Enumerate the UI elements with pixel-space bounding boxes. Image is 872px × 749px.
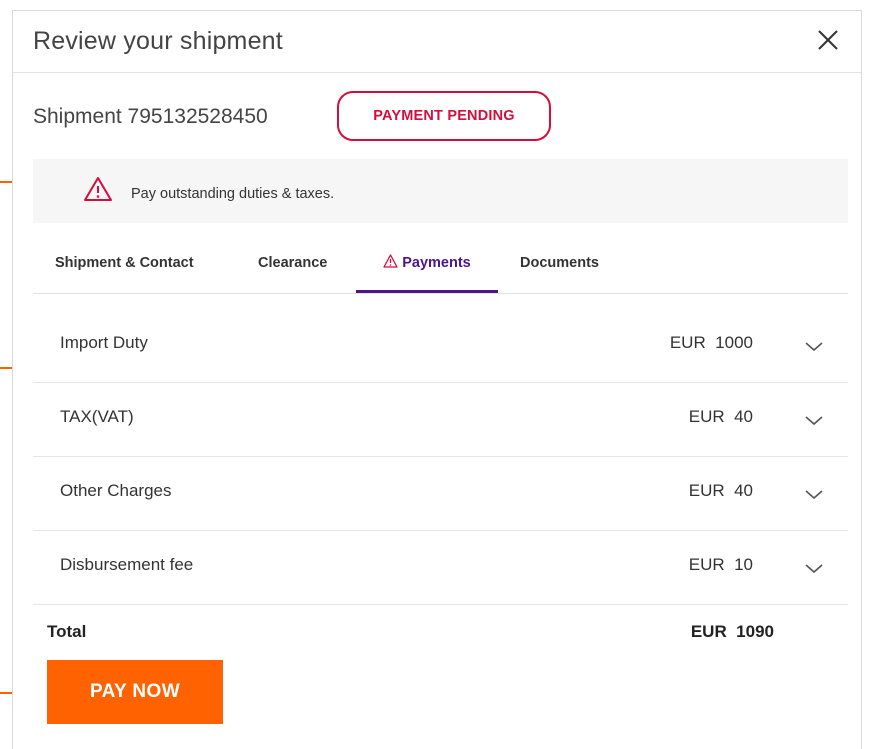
chevron-down-icon[interactable] (804, 339, 824, 353)
chevron-down-icon[interactable] (804, 413, 824, 427)
close-icon (818, 30, 838, 50)
close-button[interactable] (815, 27, 841, 53)
charges-list: Import Duty EUR 1000 TAX(VAT) EUR 40 Oth… (33, 309, 848, 605)
shipment-number: Shipment 795132528450 (33, 105, 268, 128)
charge-amount: EUR 1000 (669, 333, 753, 352)
charge-row-disbursement-fee[interactable]: Disbursement fee EUR 10 (33, 531, 848, 605)
tab-documents[interactable]: Documents (520, 249, 599, 293)
total-amount: EUR 1090 (690, 622, 774, 641)
alert-message: Pay outstanding duties & taxes. (131, 186, 335, 202)
charge-amount: EUR 10 (688, 555, 753, 574)
charge-amount: EUR 40 (688, 407, 753, 426)
tab-clearance[interactable]: Clearance (258, 249, 327, 293)
modal-header: Review your shipment (13, 11, 861, 73)
charge-label: Other Charges (60, 481, 172, 500)
tab-label: Shipment & Contact (55, 255, 194, 271)
charge-row-other-charges[interactable]: Other Charges EUR 40 (33, 457, 848, 531)
chevron-down-icon[interactable] (804, 487, 824, 501)
tab-payments[interactable]: Payments (356, 249, 498, 293)
tab-bar: Shipment & Contact Clearance Payments Do… (33, 249, 848, 294)
charge-label: Import Duty (60, 333, 148, 352)
tab-label: Documents (520, 255, 599, 271)
tab-label: Payments (402, 255, 471, 271)
charge-row-import-duty[interactable]: Import Duty EUR 1000 (33, 309, 848, 383)
tab-label: Clearance (258, 255, 328, 271)
status-badge: PAYMENT PENDING (337, 91, 551, 141)
warning-icon (84, 177, 112, 201)
tab-shipment-contact[interactable]: Shipment & Contact (55, 249, 194, 293)
charge-label: TAX(VAT) (60, 407, 134, 426)
charge-label: Disbursement fee (60, 555, 194, 574)
warning-icon (383, 254, 398, 268)
modal-title: Review your shipment (33, 27, 283, 55)
total-label: Total (47, 622, 87, 641)
chevron-down-icon[interactable] (804, 561, 824, 575)
charge-row-tax-vat[interactable]: TAX(VAT) EUR 40 (33, 383, 848, 457)
charge-amount: EUR 40 (688, 481, 753, 500)
pay-now-button[interactable]: PAY NOW (47, 660, 223, 724)
